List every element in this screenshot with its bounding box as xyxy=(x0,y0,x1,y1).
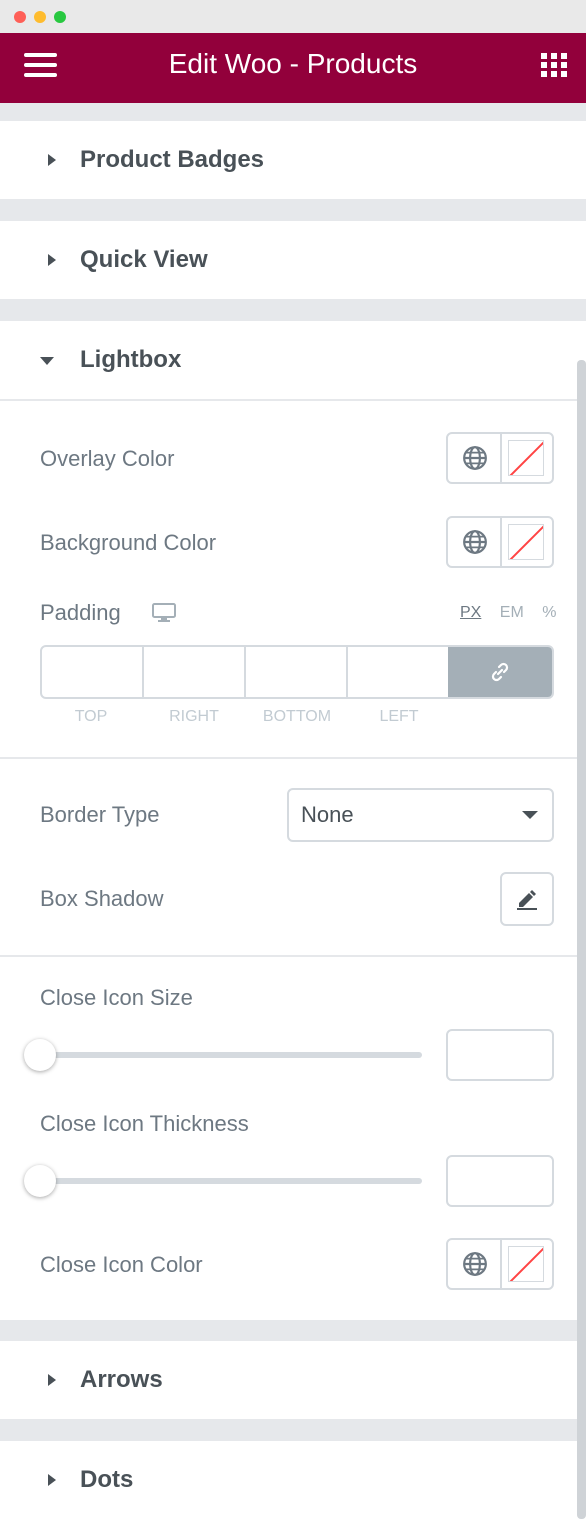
section-dots[interactable]: Dots xyxy=(0,1441,586,1519)
padding-bottom-input[interactable] xyxy=(246,647,348,697)
select-value: None xyxy=(301,802,354,827)
globe-icon xyxy=(463,1252,487,1276)
section-title: Product Badges xyxy=(80,146,265,173)
global-colors-button[interactable] xyxy=(448,434,502,482)
page-title: Edit Woo - Products xyxy=(168,48,418,79)
close-icon-thickness-slider-handle[interactable] xyxy=(24,1165,56,1197)
global-colors-button[interactable] xyxy=(448,518,502,566)
link-values-button[interactable] xyxy=(448,647,552,697)
divider xyxy=(0,399,578,401)
padding-left-input[interactable] xyxy=(348,647,450,697)
side-label-bottom: BOTTOM xyxy=(262,708,332,725)
close-icon-size-input[interactable] xyxy=(446,1029,554,1081)
close-icon-size-slider-track[interactable] xyxy=(40,1052,422,1058)
close-icon-thickness-slider-track[interactable] xyxy=(40,1178,422,1184)
padding-right-input[interactable] xyxy=(144,647,246,697)
close-icon-size-slider-handle[interactable] xyxy=(24,1039,56,1071)
close-window-button[interactable] xyxy=(14,11,26,23)
caret-right-icon xyxy=(48,1374,56,1386)
border-type-select[interactable]: None xyxy=(287,788,554,842)
caret-right-icon xyxy=(48,254,56,266)
globe-icon xyxy=(463,446,487,470)
global-colors-button[interactable] xyxy=(448,1240,502,1288)
color-picker-swatch[interactable] xyxy=(508,1246,544,1282)
section-title: Dots xyxy=(80,1466,134,1493)
grid-icon[interactable] xyxy=(541,53,567,77)
chevron-down-icon xyxy=(522,811,538,819)
box-shadow-label: Box Shadow xyxy=(40,886,164,911)
unit-selector: PX EM % xyxy=(460,604,556,622)
caret-right-icon xyxy=(48,154,56,166)
side-label-top: TOP xyxy=(74,708,108,725)
overlay-color-control xyxy=(446,432,554,484)
unit-px[interactable]: PX xyxy=(460,604,481,621)
close-icon-thickness-input[interactable] xyxy=(446,1155,554,1207)
padding-label: Padding xyxy=(40,600,121,625)
section-product-badges[interactable]: Product Badges xyxy=(0,121,586,199)
section-title: Quick View xyxy=(80,246,208,273)
caret-right-icon xyxy=(48,1474,56,1486)
window-titlebar xyxy=(0,0,586,33)
link-icon xyxy=(491,662,509,682)
side-label-right: RIGHT xyxy=(169,708,219,725)
background-color-control xyxy=(446,516,554,568)
close-icon-color-control xyxy=(446,1238,554,1290)
overlay-color-label: Overlay Color xyxy=(40,446,175,471)
close-icon-thickness-label: Close Icon Thickness xyxy=(40,1111,249,1136)
section-arrows[interactable]: Arrows xyxy=(0,1341,586,1419)
padding-inputs xyxy=(40,645,554,699)
close-icon-size-label: Close Icon Size xyxy=(40,985,193,1010)
padding-top-input[interactable] xyxy=(42,647,144,697)
caret-down-icon xyxy=(40,357,54,365)
section-quick-view[interactable]: Quick View xyxy=(0,221,586,299)
box-shadow-edit-button[interactable] xyxy=(500,872,554,926)
maximize-window-button[interactable] xyxy=(54,11,66,23)
divider xyxy=(0,955,578,957)
unit-percent[interactable]: % xyxy=(542,604,556,621)
section-title: Lightbox xyxy=(80,346,182,373)
color-picker-swatch[interactable] xyxy=(508,440,544,476)
side-label-left: LEFT xyxy=(379,708,419,725)
section-lightbox-header[interactable]: Lightbox xyxy=(0,321,586,399)
divider xyxy=(0,757,578,759)
minimize-window-button[interactable] xyxy=(34,11,46,23)
panel-scrollbar[interactable] xyxy=(577,360,586,1519)
close-icon-color-label: Close Icon Color xyxy=(40,1252,203,1277)
border-type-label: Border Type xyxy=(40,802,160,827)
editor-header: Edit Woo - Products xyxy=(0,33,586,103)
color-picker-swatch[interactable] xyxy=(508,524,544,560)
unit-em[interactable]: EM xyxy=(500,604,524,621)
section-title: Arrows xyxy=(80,1366,163,1393)
pencil-icon xyxy=(517,890,537,910)
background-color-label: Background Color xyxy=(40,530,217,555)
globe-icon xyxy=(463,530,487,554)
desktop-icon[interactable] xyxy=(152,603,176,623)
